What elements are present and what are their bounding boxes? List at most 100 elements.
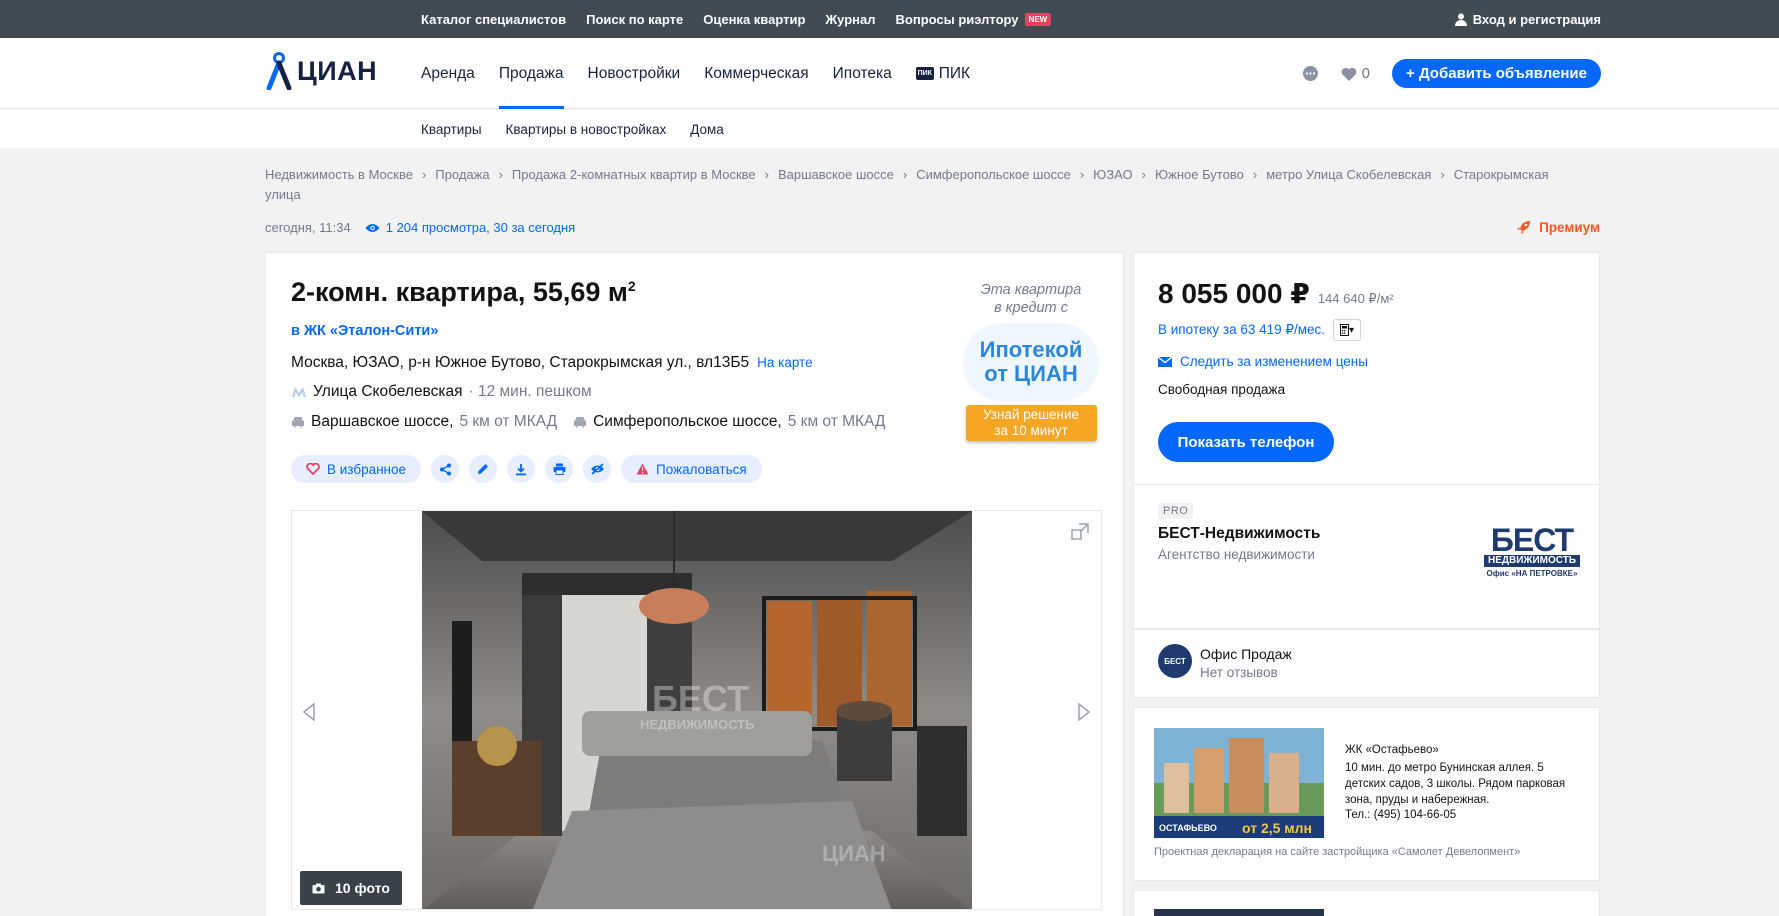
ad-image-second[interactable]	[1154, 909, 1324, 916]
add-listing-button[interactable]: + Добавить объявление	[1392, 59, 1601, 88]
gallery-next-button[interactable]	[1077, 702, 1091, 727]
top-link-journal[interactable]: Журнал	[825, 12, 875, 27]
breadcrumb-item[interactable]: Варшавское шоссе	[778, 167, 894, 182]
sale-type: Свободная продажа	[1158, 382, 1286, 397]
mortgage-promo[interactable]: Эта квартира в кредит с Ипотекой от ЦИАН…	[961, 281, 1101, 441]
hide-button[interactable]	[583, 455, 612, 483]
pencil-icon	[478, 464, 489, 474]
office-avatar[interactable]: БЕСТ	[1158, 644, 1192, 678]
jk-link[interactable]: в ЖК «Эталон-Сити»	[291, 323, 438, 339]
gallery-prev-button[interactable]	[302, 702, 316, 727]
expand-icon	[1071, 523, 1089, 540]
calculator-dropdown[interactable]: ▾	[1333, 319, 1362, 341]
ad-title[interactable]: ЖК «Остафьево»	[1345, 744, 1439, 756]
top-link-valuation[interactable]: Оценка квартир	[703, 12, 805, 27]
chevron-right-icon: ›	[1440, 167, 1445, 182]
promo-cta-button[interactable]: Узнай решение за 10 минут	[965, 405, 1097, 441]
photo-gallery: БЕСТ НЕДВИЖИМОСТЬ ЦИАН 10 фото	[291, 510, 1102, 910]
metro-name[interactable]: Улица Скобелевская	[313, 383, 463, 401]
top-bar: Каталог специалистов Поиск по карте Оцен…	[0, 0, 1779, 38]
premium-badge[interactable]: Премиум	[1516, 220, 1600, 235]
chat-icon	[1302, 65, 1318, 81]
heart-outline-icon	[306, 463, 320, 475]
metro-walk-time: · 12 мин. пешком	[468, 383, 592, 400]
breadcrumb-item[interactable]: метро Улица Скобелевская	[1266, 167, 1431, 182]
agency-card: PRO БЕСТ-Недвижимость Агентство недвижим…	[1133, 485, 1600, 629]
highway-item: Симферопольское шоссе, 5 км от МКАД	[573, 413, 885, 431]
subnav-houses[interactable]: Дома	[690, 122, 724, 137]
ad-image[interactable]: ОСТАФЬЕВО от 2,5 млн	[1154, 728, 1324, 838]
breadcrumb-item[interactable]: Продажа	[435, 167, 489, 182]
breadcrumb-item[interactable]: Симферопольское шоссе	[916, 167, 1071, 182]
car-icon	[574, 417, 587, 428]
highway-distance: 5 км от МКАД	[459, 413, 558, 430]
breadcrumb-item[interactable]: Недвижимость в Москве	[265, 167, 413, 182]
office-name[interactable]: Офис Продаж	[1200, 646, 1292, 662]
ad-card-second[interactable]	[1133, 890, 1600, 916]
nav-new-buildings[interactable]: Новостройки	[588, 38, 681, 109]
ad-banner-brand: ОСТАФЬЕВО	[1159, 823, 1217, 833]
ad-card[interactable]: ОСТАФЬЕВО от 2,5 млн ЖК «Остафьево» 10 м…	[1133, 707, 1600, 881]
listing-title: 2-комн. квартира, 55,69 м2	[291, 277, 636, 308]
bedroom-image: БЕСТ НЕДВИЖИМОСТЬ ЦИАН	[422, 511, 972, 909]
nav-commercial[interactable]: Коммерческая	[704, 38, 808, 109]
add-to-favorites-button[interactable]: В избранное	[291, 455, 422, 483]
listing-card: 2-комн. квартира, 55,69 м2 в ЖК «Эталон-…	[265, 252, 1124, 916]
fullscreen-button[interactable]	[1071, 523, 1089, 546]
heart-icon	[1341, 67, 1357, 81]
nav-mortgage[interactable]: Ипотека	[833, 38, 892, 109]
highway-name[interactable]: Симферопольское шоссе,	[593, 413, 782, 431]
highway-name[interactable]: Варшавское шоссе,	[311, 413, 453, 431]
subnav-new-apartments[interactable]: Квартиры в новостройках	[506, 122, 667, 137]
agency-logo-line3: Офис «НА ПЕТРОВКЕ»	[1486, 569, 1578, 578]
print-button[interactable]	[545, 455, 574, 483]
views-link[interactable]: 1 204 просмотра, 30 за сегодня	[365, 220, 575, 235]
photo-count-label: 10 фото	[335, 880, 390, 896]
share-button[interactable]	[431, 455, 460, 483]
views-label: 1 204 просмотра, 30 за сегодня	[385, 220, 576, 235]
bedroom-photo[interactable]: БЕСТ НЕДВИЖИМОСТЬ ЦИАН	[422, 511, 972, 909]
nav-pik[interactable]: ПИК ПИК	[915, 38, 970, 109]
ad-banner-price: от 2,5 млн	[1242, 820, 1312, 836]
share-icon	[439, 463, 451, 475]
chat-button[interactable]	[1302, 65, 1319, 82]
nav-sale[interactable]: Продажа	[498, 38, 564, 109]
listing-meta: сегодня, 11:34 1 204 просмотра, 30 за се…	[265, 220, 575, 235]
promo-line2: в кредит с	[994, 300, 1068, 316]
warning-icon	[636, 463, 649, 475]
login-link[interactable]: Вход и регистрация	[1454, 0, 1601, 38]
chevron-right-icon: ›	[1079, 167, 1085, 182]
top-link-realtor-questions[interactable]: Вопросы риэлтору NEW	[896, 12, 1052, 27]
agency-name[interactable]: БЕСТ-Недвижимость	[1158, 525, 1320, 543]
nav-right: 0 + Добавить объявление	[1302, 38, 1601, 109]
breadcrumb-item[interactable]: ЮЗАО	[1093, 167, 1132, 182]
mortgage-link[interactable]: В ипотеку за 63 419 ₽/мес.	[1158, 322, 1325, 338]
subnav-apartments[interactable]: Квартиры	[421, 122, 482, 137]
follow-price-link[interactable]: Следить за изменением цены	[1158, 354, 1368, 369]
complain-button[interactable]: Пожаловаться	[621, 455, 762, 483]
show-phone-button[interactable]: Показать телефон	[1158, 422, 1334, 462]
price-block: 8 055 000 ₽ 144 640 ₽/м²	[1158, 277, 1394, 310]
agency-logo[interactable]: БЕСТ НЕДВИЖИМОСТЬ Офис «НА ПЕТРОВКЕ»	[1484, 524, 1580, 578]
chevron-right-icon: ›	[1141, 167, 1146, 182]
cian-logo[interactable]: ЦИАН	[265, 46, 377, 96]
map-link[interactable]: На карте	[757, 355, 812, 370]
promo-line1: Эта квартира	[980, 282, 1082, 298]
new-badge: NEW	[1024, 12, 1052, 26]
top-link-map-search[interactable]: Поиск по карте	[586, 12, 683, 27]
ad-phone: Тел.: (495) 104-66-05	[1345, 809, 1457, 821]
breadcrumb-item[interactable]: Продажа 2-комнатных квартир в Москве	[512, 167, 756, 182]
download-button[interactable]	[507, 455, 536, 483]
favorites-count: 0	[1361, 65, 1371, 82]
top-link-specialists[interactable]: Каталог специалистов	[421, 12, 566, 27]
top-links: Каталог специалистов Поиск по карте Оцен…	[421, 0, 1052, 38]
breadcrumb-item[interactable]: Южное Бутово	[1155, 167, 1244, 182]
nav-rent[interactable]: Аренда	[421, 38, 475, 109]
price-per-meter: 144 640 ₽/м²	[1317, 291, 1394, 306]
eye-icon	[365, 223, 380, 232]
edit-button[interactable]	[469, 455, 498, 483]
promo-cta-line2: за 10 минут	[994, 423, 1068, 438]
chevron-right-icon: ›	[902, 167, 908, 182]
photo-count-button[interactable]: 10 фото	[300, 871, 402, 905]
favorites-button[interactable]: 0	[1341, 65, 1370, 82]
